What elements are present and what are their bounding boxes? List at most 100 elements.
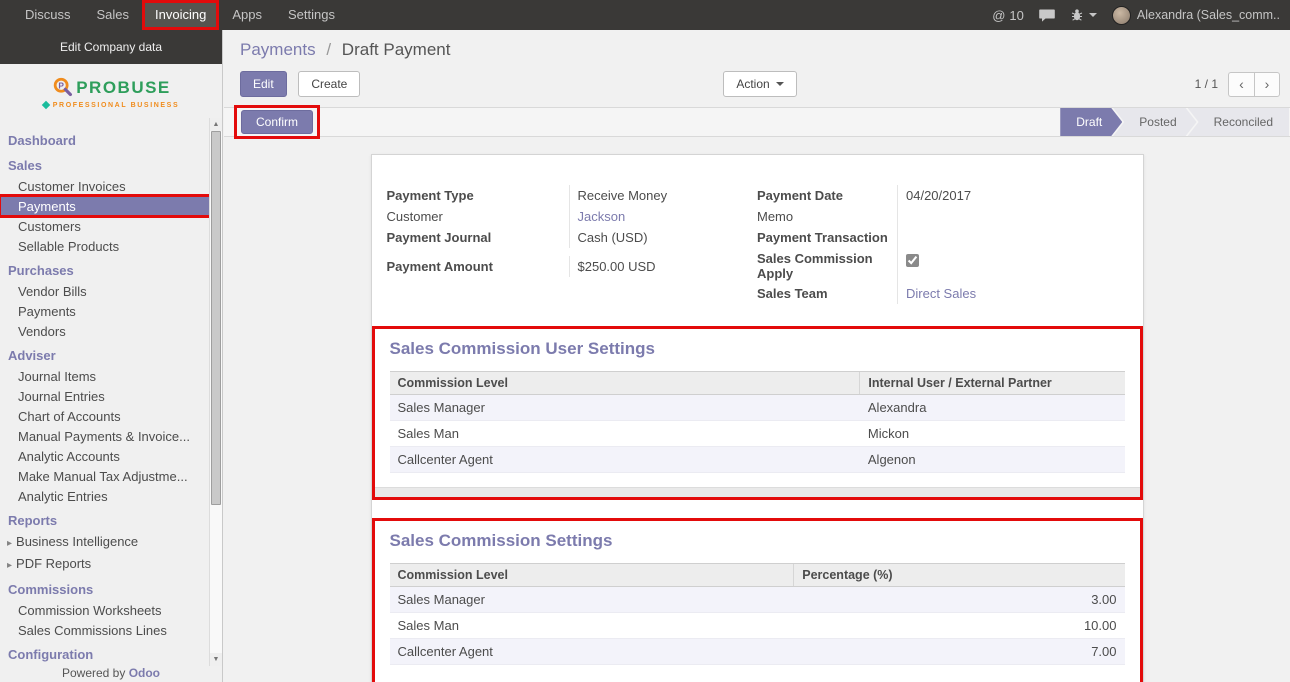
table-row-sales-man[interactable]: Sales ManMickon [390,421,1125,447]
sidebar-item-customers[interactable]: Customers [0,216,210,236]
mentions-counter[interactable]: @ 10 [992,8,1024,23]
fields-right: Payment Date04/20/2017MemoPayment Transa… [757,185,1128,304]
menu-invoicing[interactable]: Invoicing [142,0,219,30]
menu-apps[interactable]: Apps [219,0,275,30]
column-header-internal-user-external-partner[interactable]: Internal User / External Partner [860,372,1125,395]
sidebar-section-dashboard[interactable]: Dashboard [0,130,210,151]
scrollbar-thumb[interactable] [211,131,221,505]
table-row-callcenter-agent[interactable]: Callcenter Agent7.00 [390,639,1125,665]
column-header-commission-level[interactable]: Commission Level [390,564,794,587]
user-menu[interactable]: Alexandra (Sales_comm.. [1112,6,1280,25]
column-header-commission-level[interactable]: Commission Level [390,372,860,395]
sidebar-item-vendors[interactable]: Vendors [0,321,210,341]
sidebar-item-payments[interactable]: Payments [0,196,210,216]
sidebar-section-commissions[interactable]: Commissions [0,579,210,600]
menu-settings[interactable]: Settings [275,0,348,30]
breadcrumb-separator: / [326,40,331,59]
table-cell: Sales Manager [390,587,794,613]
sidebar-section-purchases[interactable]: Purchases [0,260,210,281]
table-header-row: Commission LevelPercentage (%) [390,564,1125,587]
magnifier-logo-icon: P [51,76,75,100]
sidebar-item-payments[interactable]: Payments [0,301,210,321]
confirm-button[interactable]: Confirm [241,110,313,134]
table-cell: Sales Manager [390,395,860,421]
field-row-sales-commission-apply: Sales Commission Apply [757,248,1128,283]
statusbar-pipeline: DraftPostedReconciled [1060,108,1289,136]
table-row-sales-manager[interactable]: Sales ManagerAlexandra [390,395,1125,421]
edit-company-data-button[interactable]: Edit Company data [0,30,222,64]
commission-settings-table: Commission LevelPercentage (%) Sales Man… [390,563,1125,665]
sidebar-item-make-manual-tax-adjustme[interactable]: Make Manual Tax Adjustme... [0,466,210,486]
section-title-settings: Sales Commission Settings [390,531,1125,551]
field-value-payment-amount: $250.00 USD [569,256,758,277]
table-row-sales-man[interactable]: Sales Man10.00 [390,613,1125,639]
table-row-callcenter-agent[interactable]: Callcenter AgentAlgenon [390,447,1125,473]
debug-menu[interactable] [1070,8,1097,22]
sidebar-section-sales[interactable]: Sales [0,155,210,176]
field-label-sales-team: Sales Team [757,283,897,304]
sidebar-item-journal-items[interactable]: Journal Items [0,366,210,386]
sidebar-item-vendor-bills[interactable]: Vendor Bills [0,281,210,301]
sidebar-item-customer-invoices[interactable]: Customer Invoices [0,176,210,196]
field-value-sales-team: Direct Sales [897,283,1128,304]
sidebar-item-analytic-entries[interactable]: Analytic Entries [0,486,210,506]
table-row-sales-manager[interactable]: Sales Manager3.00 [390,587,1125,613]
field-row-payment-transaction: Payment Transaction [757,227,1128,248]
field-row-sales-team: Sales Team Direct Sales [757,283,1128,304]
nav-label: Analytic Entries [18,489,108,504]
nav-label: Commissions [8,582,93,597]
pager-value: 1 / 1 [1195,77,1218,91]
statusbar: Confirm DraftPostedReconciled [224,107,1290,137]
sidebar-item-sellable-products[interactable]: Sellable Products [0,236,210,256]
pager-previous-button[interactable]: ‹ [1228,72,1254,97]
column-header-percentage[interactable]: Percentage (%) [794,564,1125,587]
field-value-payment-date: 04/20/2017 [897,185,1128,206]
sidebar-scrollbar: ▲ ▼ [209,118,222,666]
sidebar-section-reports[interactable]: Reports [0,510,210,531]
sidebar-item-business-intelligence[interactable]: ▸Business Intelligence [0,531,210,553]
field-value-payment-type: Receive Money [569,185,758,206]
sidebar-item-analytic-accounts[interactable]: Analytic Accounts [0,446,210,466]
sidebar-section-configuration[interactable]: Configuration [0,644,210,665]
link-direct-sales[interactable]: Direct Sales [906,286,976,301]
sales-commission-apply-checkbox[interactable] [906,254,919,267]
form-sheet: Payment TypeReceive MoneyCustomer Jackson… [371,154,1144,682]
status-reconciled[interactable]: Reconciled [1188,108,1289,136]
field-value-payment-journal: Cash (USD) [569,227,758,248]
link-jackson[interactable]: Jackson [578,209,626,224]
messages-button[interactable] [1039,9,1055,22]
expand-caret-icon: ▸ [7,538,12,549]
table-cell: 10.00 [794,613,1125,639]
sidebar-item-manual-payments-invoice[interactable]: Manual Payments & Invoice... [0,426,210,446]
status-draft[interactable]: Draft [1060,108,1122,136]
menu-sales[interactable]: Sales [84,0,143,30]
sidebar-item-sales-commissions-lines[interactable]: Sales Commissions Lines [0,620,210,640]
field-value-memo [897,206,1128,227]
pager-next-button[interactable]: › [1254,72,1280,97]
table-footer-strip [375,487,1140,497]
sidebar-item-pdf-reports[interactable]: ▸PDF Reports [0,553,210,575]
nav-label: Sales Commissions Lines [18,623,167,638]
breadcrumb-payments-link[interactable]: Payments [240,40,316,59]
scroll-up-button[interactable]: ▲ [210,118,222,131]
create-button[interactable]: Create [298,71,360,97]
action-dropdown[interactable]: Action [723,71,796,97]
nav-label: Vendor Bills [18,284,87,299]
menu-discuss[interactable]: Discuss [12,0,84,30]
scroll-down-button[interactable]: ▼ [210,653,222,666]
edit-button[interactable]: Edit [240,71,287,97]
status-posted[interactable]: Posted [1113,108,1196,136]
fields-left: Payment TypeReceive MoneyCustomer Jackson… [387,185,758,304]
field-label-customer: Customer [387,206,569,227]
main-content: Payments / Draft Payment Edit Create Act… [224,30,1290,682]
sidebar-item-chart-of-accounts[interactable]: Chart of Accounts [0,406,210,426]
confirm-annotation-box: Confirm [234,105,320,139]
sidebar-item-commission-worksheets[interactable]: Commission Worksheets [0,600,210,620]
field-label-payment-type: Payment Type [387,185,569,206]
table-cell: Algenon [860,447,1125,473]
sidebar-item-journal-entries[interactable]: Journal Entries [0,386,210,406]
mention-count: 10 [1009,8,1023,23]
sidebar-section-adviser[interactable]: Adviser [0,345,210,366]
odoo-link[interactable]: Odoo [129,666,160,680]
nav-label: Adviser [8,348,56,363]
